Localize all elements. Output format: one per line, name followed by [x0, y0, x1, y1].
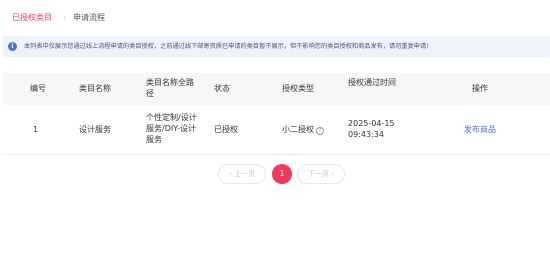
help-icon[interactable]: ?	[316, 127, 324, 135]
cell-auth-time: 2025-04-15 09:43:34	[348, 119, 395, 139]
header-id: 编号	[30, 84, 46, 93]
header-category-name: 类目名称	[79, 84, 111, 93]
pagination: ‹ 上一页 1 下一页 ›	[0, 164, 550, 184]
cell-category-path: 个性定制/设计服务/DIY-设计服务	[146, 113, 197, 144]
tab-authorized-categories[interactable]: 已授权类目	[12, 12, 52, 24]
tab-separator: ›	[63, 13, 67, 22]
table-row: 1 设计服务 个性定制/设计服务/DIY-设计服务 已授权 小二授权? 2025…	[3, 105, 550, 155]
cell-category-name: 设计服务	[79, 125, 111, 134]
header-status: 状态	[214, 84, 230, 93]
table-header: 编号 类目名称 类目名称全路径 状态 授权类型 授权通过时间 操作	[3, 73, 550, 105]
notice-text: 本列表中仅展示您通过线上流程申请的类目授权，之前通过线下邮寄资质已申请的类目暂不…	[24, 43, 429, 50]
cell-auth-type: 小二授权?	[282, 124, 324, 135]
header-auth-time: 授权通过时间	[348, 78, 396, 87]
next-page-button[interactable]: 下一页 ›	[297, 164, 345, 184]
publish-product-link[interactable]: 发布商品	[464, 124, 496, 135]
prev-page-button[interactable]: ‹ 上一页	[218, 164, 266, 184]
header-category-path: 类目名称全路径	[146, 78, 194, 98]
tab-bar: 已授权类目 › 申请流程	[0, 0, 550, 34]
cell-id: 1	[33, 125, 39, 134]
tab-application-process[interactable]: 申请流程	[73, 12, 105, 24]
header-actions: 操作	[472, 84, 488, 93]
current-page-button[interactable]: 1	[272, 164, 292, 184]
info-icon: i	[8, 42, 17, 51]
auth-type-label: 小二授权	[282, 125, 314, 134]
header-auth-type: 授权类型	[282, 84, 314, 93]
notice-banner: i 本列表中仅展示您通过线上流程申请的类目授权，之前通过线下邮寄资质已申请的类目…	[3, 36, 550, 57]
cell-status: 已授权	[214, 125, 238, 134]
